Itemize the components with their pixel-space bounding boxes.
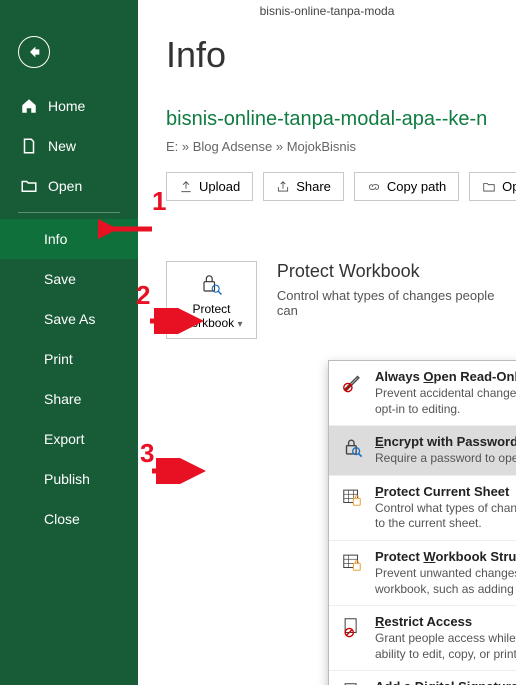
- menu-restrict-desc: Grant people access while removing their…: [375, 631, 516, 662]
- annotation-number-1: 1: [152, 186, 166, 217]
- page-title: Info: [166, 34, 516, 76]
- link-icon: [367, 180, 381, 194]
- sidebar-item-close[interactable]: Close: [0, 499, 138, 539]
- sidebar-label-info: Info: [44, 231, 67, 247]
- menu-item-encrypt[interactable]: Encrypt with Password Require a password…: [329, 426, 516, 476]
- sidebar-item-publish[interactable]: Publish: [0, 459, 138, 499]
- sidebar-label-save: Save: [44, 271, 76, 287]
- sidebar-item-saveas[interactable]: Save As: [0, 299, 138, 339]
- protect-heading: Protect Workbook: [277, 261, 516, 282]
- chevron-down-icon: ▾: [238, 319, 243, 330]
- menu-item-structure[interactable]: Protect Workbook Structure Prevent unwan…: [329, 541, 516, 606]
- protect-section: Protect Workbook ▾ Protect Workbook Cont…: [166, 261, 516, 339]
- window-title: bisnis-online-tanpa-moda: [138, 4, 516, 18]
- annotation-arrow-3: [150, 458, 206, 484]
- upload-button[interactable]: Upload: [166, 172, 253, 201]
- sidebar-label-open: Open: [48, 178, 82, 194]
- protect-desc: Control what types of changes people can: [277, 288, 516, 318]
- open-location-button[interactable]: Ope: [469, 172, 516, 201]
- menu-sheet-desc: Control what types of changes people can…: [375, 501, 516, 532]
- open-folder-icon: [20, 177, 38, 195]
- sidebar-label-saveas: Save As: [44, 311, 95, 327]
- lock-magnify-icon: [197, 270, 225, 298]
- sidebar-separator: [18, 212, 120, 213]
- sidebar-label-share: Share: [44, 391, 81, 407]
- sidebar-label-new: New: [48, 138, 76, 154]
- sidebar-label-publish: Publish: [44, 471, 90, 487]
- menu-sign-title: Add a Digital Signature: [375, 679, 516, 685]
- home-icon: [20, 97, 38, 115]
- sidebar-item-save[interactable]: Save: [0, 259, 138, 299]
- annotation-arrow-2: [148, 308, 204, 334]
- protect-text: Protect Workbook Control what types of c…: [277, 261, 516, 318]
- copy-path-label: Copy path: [387, 179, 446, 194]
- signature-icon: [339, 679, 365, 685]
- new-doc-icon: [20, 137, 38, 155]
- readonly-icon: [339, 369, 365, 417]
- sidebar-item-new[interactable]: New: [0, 126, 138, 166]
- info-pane: bisnis-online-tanpa-moda Info bisnis-onl…: [138, 0, 516, 685]
- sidebar-label-close: Close: [44, 511, 80, 527]
- copy-path-button[interactable]: Copy path: [354, 172, 459, 201]
- menu-structure-desc: Prevent unwanted changes to the structur…: [375, 566, 516, 597]
- document-path: E: » Blog Adsense » MojokBisnis: [166, 139, 516, 154]
- menu-item-readonly[interactable]: Always Open Read-Only Prevent accidental…: [329, 361, 516, 426]
- sidebar-label-home: Home: [48, 98, 85, 114]
- menu-encrypt-title: Encrypt with Password: [375, 434, 516, 449]
- sidebar-label-export: Export: [44, 431, 84, 447]
- open-location-label: Ope: [502, 179, 516, 194]
- back-arrow-icon: [26, 44, 42, 60]
- protect-workbook-menu: Always Open Read-Only Prevent accidental…: [328, 360, 516, 685]
- sidebar-item-share[interactable]: Share: [0, 379, 138, 419]
- menu-sheet-title: Protect Current Sheet: [375, 484, 516, 499]
- upload-label: Upload: [199, 179, 240, 194]
- sidebar-item-open[interactable]: Open: [0, 166, 138, 206]
- back-button[interactable]: [18, 36, 50, 68]
- annotation-arrow-1: [98, 216, 154, 242]
- restrict-icon: [339, 614, 365, 662]
- action-button-row: Upload Share Copy path Ope: [166, 172, 516, 201]
- sidebar-item-home[interactable]: Home: [0, 86, 138, 126]
- backstage-sidebar: Home New Open Info Save Save As Print Sh…: [0, 0, 138, 685]
- sidebar-item-print[interactable]: Print: [0, 339, 138, 379]
- menu-item-sheet[interactable]: Protect Current Sheet Control what types…: [329, 476, 516, 541]
- menu-item-restrict[interactable]: Restrict Access Grant people access whil…: [329, 606, 516, 671]
- sidebar-item-export[interactable]: Export: [0, 419, 138, 459]
- menu-readonly-title: Always Open Read-Only: [375, 369, 516, 384]
- share-label: Share: [296, 179, 331, 194]
- upload-icon: [179, 180, 193, 194]
- protect-structure-icon: [339, 549, 365, 597]
- menu-structure-title: Protect Workbook Structure: [375, 549, 516, 564]
- share-button[interactable]: Share: [263, 172, 344, 201]
- protect-sheet-icon: [339, 484, 365, 532]
- menu-encrypt-desc: Require a password to open this workbook…: [375, 451, 516, 467]
- annotation-number-2: 2: [136, 280, 150, 311]
- menu-restrict-title: Restrict Access: [375, 614, 516, 629]
- folder-open-icon: [482, 180, 496, 194]
- menu-readonly-desc: Prevent accidental changes by asking rea…: [375, 386, 516, 417]
- document-title: bisnis-online-tanpa-modal-apa--ke-n: [166, 108, 516, 131]
- menu-item-signature[interactable]: Add a Digital Signature: [329, 671, 516, 685]
- sidebar-label-print: Print: [44, 351, 73, 367]
- share-icon: [276, 180, 290, 194]
- encrypt-icon: [339, 434, 365, 467]
